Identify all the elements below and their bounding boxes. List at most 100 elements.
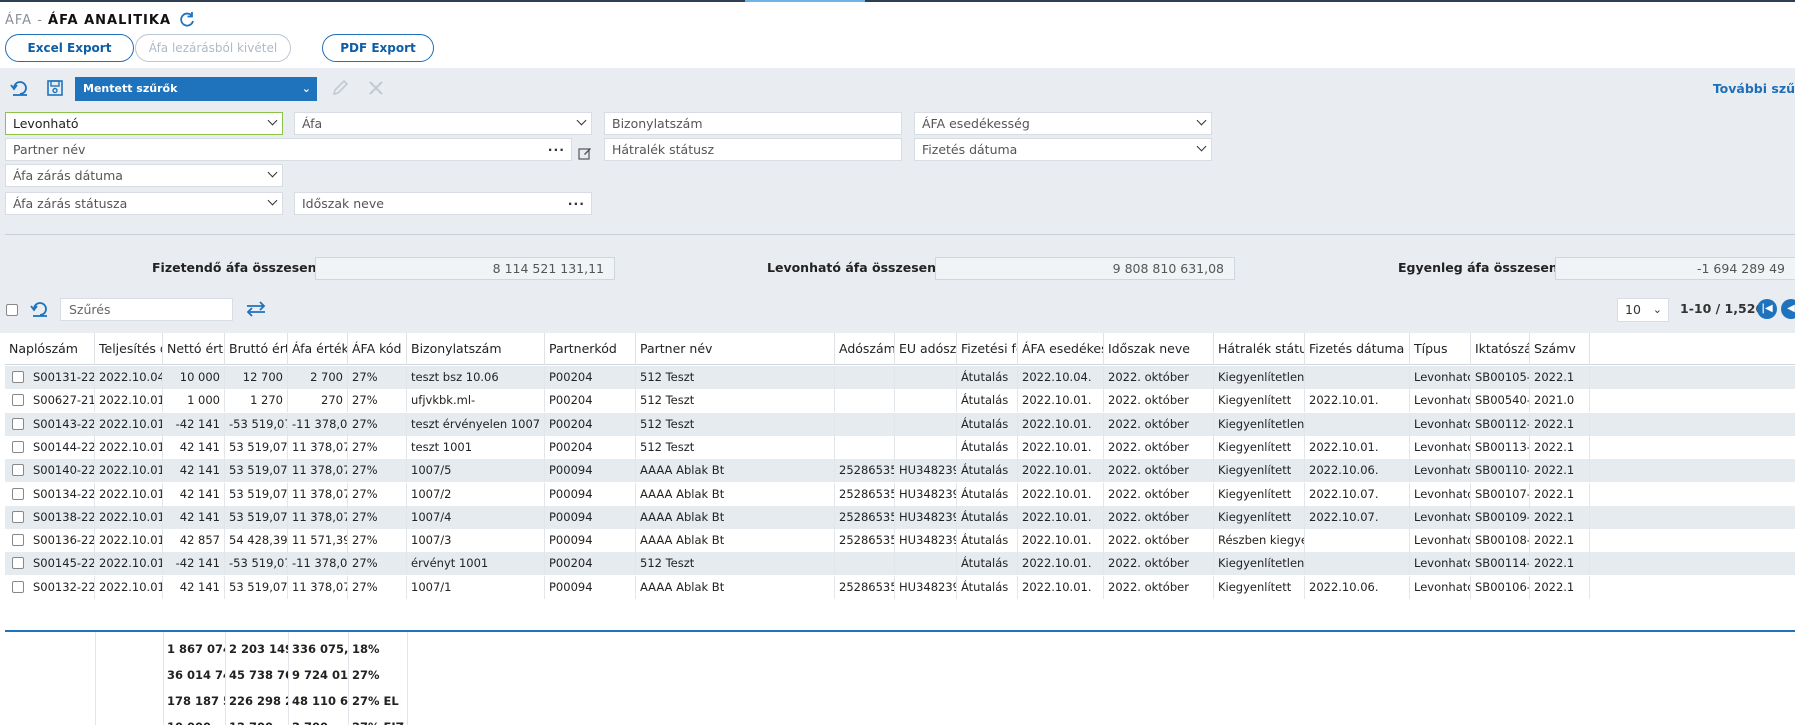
table-cell: 2022.10.01. bbox=[95, 389, 163, 413]
levonhato-select[interactable]: Levonható bbox=[5, 112, 283, 135]
pencil-icon[interactable] bbox=[330, 78, 350, 98]
table-cell: Átutalás bbox=[957, 459, 1018, 483]
hatralek-statusz-input[interactable]: Hátralék státusz bbox=[604, 138, 902, 161]
table-cell: HU3482390 bbox=[895, 529, 957, 553]
page-header: ÁFA - ÁFA ANALITIKA Excel Export Áfa lez… bbox=[0, 6, 1795, 68]
footer-summary-cell: 18% bbox=[352, 642, 380, 656]
table-row[interactable]: S00138-22 2022.10.01. 42 141 53 519,07 11 37… bbox=[5, 505, 1795, 529]
column-header[interactable]: ÁFA kód bbox=[348, 333, 407, 365]
totals-bar: Fizetendő áfa összesen: 8 114 521 131,11… bbox=[0, 243, 1795, 298]
table-cell: 25286535-1 bbox=[835, 529, 895, 553]
column-header[interactable]: Bizonylatszám bbox=[407, 333, 545, 365]
footer-summary-cell: 27% bbox=[352, 668, 380, 682]
afa-select[interactable]: Áfa bbox=[294, 112, 592, 135]
row-checkbox[interactable] bbox=[12, 464, 24, 477]
table-cell: S00144-22 bbox=[29, 435, 95, 459]
refresh-icon[interactable] bbox=[178, 11, 196, 29]
bizonylatszam-input[interactable]: Bizonylatszám bbox=[604, 112, 902, 135]
footer-column-line bbox=[95, 632, 96, 725]
column-header[interactable]: Fizetés dátuma bbox=[1305, 333, 1410, 365]
table-cell: 2021.0 bbox=[1530, 389, 1590, 413]
table-row[interactable]: S00134-22 2022.10.01. 42 141 53 519,07 11 37… bbox=[5, 482, 1795, 506]
prev-page-icon[interactable]: ◀ bbox=[1781, 299, 1795, 319]
close-icon[interactable] bbox=[366, 78, 386, 98]
column-header[interactable]: EU adószá bbox=[895, 333, 957, 365]
column-header[interactable]: Számv bbox=[1530, 333, 1590, 365]
column-header[interactable]: Partnerkód bbox=[545, 333, 636, 365]
column-header[interactable]: ÁFA esedékess bbox=[1018, 333, 1104, 365]
table-cell: 2022.10.01. bbox=[1018, 505, 1104, 529]
table-row[interactable]: S00131-22 2022.10.04. 10 000 12 700 2 700 27%… bbox=[5, 366, 1795, 389]
ellipsis-icon[interactable]: ... bbox=[548, 136, 565, 157]
table-cell: Átutalás bbox=[957, 552, 1018, 576]
table-cell bbox=[835, 389, 895, 413]
save-filter-icon[interactable] bbox=[45, 78, 65, 98]
table-cell: P00094 bbox=[545, 482, 636, 506]
table-row[interactable]: S00136-22 2022.10.01. 42 857 54 428,39 11 57… bbox=[5, 529, 1795, 553]
afa-placeholder: Áfa bbox=[302, 116, 323, 131]
row-checkbox[interactable] bbox=[12, 580, 24, 593]
row-checkbox[interactable] bbox=[12, 417, 24, 430]
column-header[interactable]: Iktatószán bbox=[1471, 333, 1530, 365]
table-cell: AAAA Ablak Bt bbox=[636, 575, 835, 599]
excel-export-button[interactable]: Excel Export bbox=[5, 34, 134, 62]
table-cell: 27% bbox=[348, 482, 407, 506]
column-header[interactable]: Időszak neve bbox=[1104, 333, 1214, 365]
saved-filters-select[interactable]: Mentett szűrők ⌄ bbox=[75, 77, 317, 101]
page-size-select[interactable]: 10 ⌄ bbox=[1617, 298, 1669, 322]
table-row[interactable]: S00144-22 2022.10.01. 42 141 53 519,07 11 37… bbox=[5, 435, 1795, 459]
grid-search-input[interactable]: Szűrés bbox=[60, 298, 233, 321]
column-header[interactable]: Hátralék státusz bbox=[1214, 333, 1305, 365]
table-cell: ufjvkbk.ml- bbox=[407, 389, 545, 413]
table-row[interactable]: S00140-22 2022.10.01. 42 141 53 519,07 11 37… bbox=[5, 459, 1795, 483]
table-row[interactable]: S00145-22 2022.10.01. -42 141 -53 519,07 -11… bbox=[5, 552, 1795, 576]
afa-esedekesseg-select[interactable]: ÁFA esedékesség bbox=[914, 112, 1212, 135]
edit-icon[interactable] bbox=[578, 146, 592, 160]
column-header[interactable]: Áfa érték bbox=[288, 333, 348, 365]
partner-nev-input[interactable]: Partner név... bbox=[5, 138, 572, 161]
ellipsis-icon[interactable]: ... bbox=[568, 190, 585, 211]
column-header[interactable]: Fizetési fe bbox=[957, 333, 1018, 365]
first-page-icon[interactable]: |◀ bbox=[1757, 299, 1777, 319]
idoszak-neve-input[interactable]: Időszak neve... bbox=[294, 192, 592, 215]
afa-zaras-statusza-select[interactable]: Áfa zárás státusza bbox=[5, 192, 283, 215]
table-cell: SB00112-22 bbox=[1471, 412, 1530, 436]
table-cell: 2022. október bbox=[1104, 412, 1214, 436]
table-cell: 1007/3 bbox=[407, 529, 545, 553]
row-checkbox[interactable] bbox=[12, 557, 24, 570]
table-row[interactable]: S00132-22 2022.10.01. 42 141 53 519,07 11 37… bbox=[5, 575, 1795, 599]
table-cell: 11 571,39 bbox=[288, 529, 348, 553]
reset-filter-icon[interactable] bbox=[10, 78, 30, 98]
row-checkbox[interactable] bbox=[12, 440, 24, 453]
exclude-from-closing-button[interactable]: Áfa lezárásból kivétel bbox=[135, 34, 291, 62]
column-header[interactable]: Teljesítés d bbox=[95, 333, 163, 365]
table-cell: 2022.10.04. bbox=[1018, 366, 1104, 389]
column-header[interactable]: Nettó érté bbox=[163, 333, 225, 365]
table-cell: 2022. október bbox=[1104, 552, 1214, 576]
column-header[interactable]: Bruttó ért bbox=[225, 333, 288, 365]
table-row[interactable]: S00627-21 2022.10.01. 1 000 1 270 270 27% ufjv… bbox=[5, 389, 1795, 413]
more-filters-link[interactable]: További szű bbox=[1713, 81, 1795, 96]
column-header[interactable]: Naplószám bbox=[5, 333, 95, 365]
row-checkbox[interactable] bbox=[12, 371, 24, 383]
column-header[interactable]: Adószám bbox=[835, 333, 895, 365]
row-checkbox[interactable] bbox=[12, 534, 24, 547]
column-header[interactable]: Típus bbox=[1410, 333, 1471, 365]
pdf-export-button[interactable]: PDF Export bbox=[322, 34, 434, 62]
table-cell: -11 378,07 bbox=[288, 552, 348, 576]
row-checkbox[interactable] bbox=[12, 394, 24, 407]
reset-grid-icon[interactable] bbox=[30, 299, 50, 319]
afa-zaras-datuma-select[interactable]: Áfa zárás dátuma bbox=[5, 164, 283, 187]
row-checkbox[interactable] bbox=[12, 510, 24, 523]
row-checkbox[interactable] bbox=[12, 487, 24, 500]
swap-columns-icon[interactable] bbox=[245, 300, 267, 318]
column-header[interactable]: Partner név bbox=[636, 333, 835, 365]
table-cell: S00143-22 bbox=[29, 412, 95, 436]
table-cell: 53 519,07 bbox=[225, 459, 288, 483]
table-cell: 42 141 bbox=[163, 482, 225, 506]
table-cell: Levonható bbox=[1410, 482, 1471, 506]
fizetes-datuma-select[interactable]: Fizetés dátuma bbox=[914, 138, 1212, 161]
select-all-checkbox[interactable] bbox=[6, 304, 18, 316]
table-cell bbox=[895, 435, 957, 459]
table-row[interactable]: S00143-22 2022.10.01. -42 141 -53 519,07 -11… bbox=[5, 412, 1795, 436]
